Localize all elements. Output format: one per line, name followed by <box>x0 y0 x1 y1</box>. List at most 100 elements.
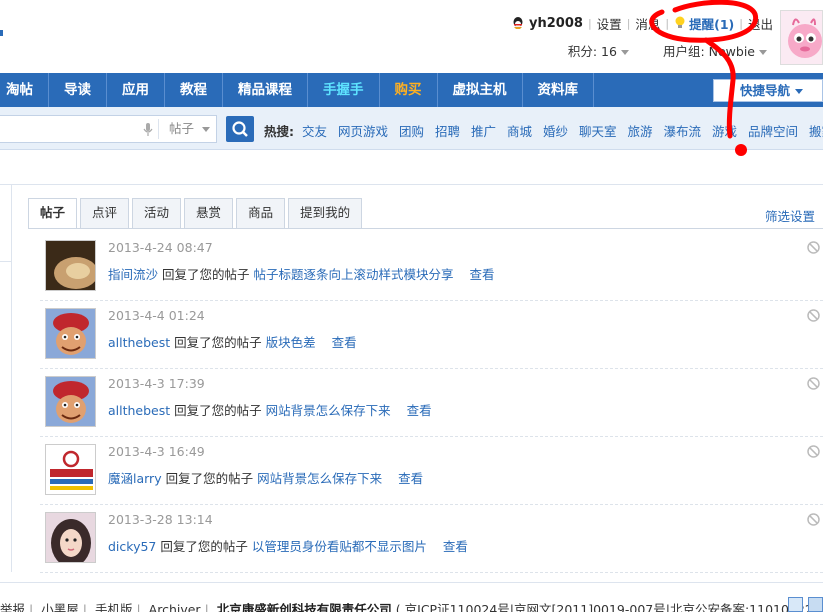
security-badge-icon[interactable] <box>788 597 803 612</box>
hot-search: 热搜: 交友 网页游戏 团购 招聘 推广 商城 婚纱 聊天室 旅游 瀑布流 游戏… <box>264 121 823 140</box>
search-bar: 帖子 热搜: 交友 网页游戏 团购 招聘 推广 商城 婚纱 聊天室 旅游 瀑布流… <box>0 107 823 150</box>
avatar[interactable] <box>45 376 96 427</box>
separator: | <box>665 16 670 30</box>
ignore-icon[interactable] <box>807 513 820 526</box>
logout-link[interactable]: 退出 <box>748 14 773 33</box>
notice-item: 2013-4-3 17:39 allthebest 回复了您的帖子 网站背景怎么… <box>40 369 823 437</box>
hot-link[interactable]: 搬家 <box>809 124 823 139</box>
footer-link-mobile[interactable]: 手机版 <box>95 602 133 612</box>
username-link[interactable]: yh2008 <box>529 16 583 31</box>
notice-user-link[interactable]: 指间流沙 <box>108 267 158 282</box>
messages-link[interactable]: 消息 <box>635 14 660 33</box>
nav-item-apps[interactable]: 应用 <box>107 73 165 107</box>
view-link[interactable]: 查看 <box>407 403 432 418</box>
quick-nav-button[interactable]: 快捷导航 <box>713 79 823 102</box>
search-icon <box>232 121 248 137</box>
separator: | <box>739 16 743 30</box>
notice-thread-link[interactable]: 网站背景怎么保存下来 <box>257 471 382 486</box>
tab-goods[interactable]: 商品 <box>236 198 286 228</box>
notice-action: 回复了您的帖子 <box>162 267 250 282</box>
nav-item-library[interactable]: 资料库 <box>523 73 594 107</box>
hot-link[interactable]: 品牌空间 <box>748 124 798 139</box>
search-type-select[interactable]: 帖子 <box>158 119 215 139</box>
nav-item-handshake[interactable]: 手握手 <box>308 73 380 107</box>
tab-comments[interactable]: 点评 <box>80 198 130 228</box>
notice-thread-link[interactable]: 以管理员身份看贴都不显示图片 <box>252 539 427 554</box>
notice-thread-link[interactable]: 帖子标题逐条向上滚动样式模块分享 <box>254 267 454 282</box>
view-link[interactable]: 查看 <box>332 335 357 350</box>
hot-link[interactable]: 交友 <box>302 124 327 139</box>
sepia-photo-avatar-image <box>46 241 95 290</box>
footer-link-blackroom[interactable]: 小黑屋 <box>41 602 79 612</box>
nav-item-taotie[interactable]: 淘帖 <box>0 73 49 107</box>
chevron-down-icon <box>620 50 629 55</box>
content-divider <box>0 184 823 185</box>
tab-activities[interactable]: 活动 <box>132 198 182 228</box>
search-input[interactable]: 帖子 <box>0 115 217 143</box>
notice-link[interactable]: 提醒(1) <box>689 14 734 33</box>
ignore-icon[interactable] <box>807 309 820 322</box>
avatar[interactable] <box>45 444 96 495</box>
notice-user-link[interactable]: allthebest <box>108 335 170 350</box>
footer-link-report[interactable]: 举报 <box>0 602 25 612</box>
hot-link[interactable]: 招聘 <box>435 124 460 139</box>
hot-link[interactable]: 推广 <box>471 124 496 139</box>
mic-icon[interactable] <box>143 123 153 137</box>
notice-action: 回复了您的帖子 <box>174 403 262 418</box>
notice-thread-link[interactable]: 版块色差 <box>266 335 316 350</box>
hot-link[interactable]: 婚纱 <box>543 124 568 139</box>
hot-link[interactable]: 聊天室 <box>579 124 617 139</box>
ignore-icon[interactable] <box>807 241 820 254</box>
settings-link[interactable]: 设置 <box>597 14 622 33</box>
usergroup-menu[interactable]: 用户组: Newbie <box>663 41 767 60</box>
notice-user-link[interactable]: 魔涵larry <box>108 471 162 486</box>
notice-text: allthebest 回复了您的帖子 版块色差 查看 <box>108 332 357 351</box>
view-link[interactable]: 查看 <box>443 539 468 554</box>
avatar[interactable] <box>45 308 96 359</box>
ignore-icon[interactable] <box>807 377 820 390</box>
notice-item: 2013-4-4 01:24 allthebest 回复了您的帖子 版块色差 查… <box>40 301 823 369</box>
tab-mentions[interactable]: 提到我的 <box>288 198 363 228</box>
view-link[interactable]: 查看 <box>470 267 495 282</box>
filter-settings-link[interactable]: 筛选设置 <box>765 206 815 225</box>
notice-text: dicky57 回复了您的帖子 以管理员身份看贴都不显示图片 查看 <box>108 536 468 555</box>
notice-user-link[interactable]: dicky57 <box>108 539 156 554</box>
tab-posts[interactable]: 帖子 <box>28 198 78 229</box>
chevron-down-icon <box>795 89 804 94</box>
avatar[interactable] <box>45 512 96 563</box>
points-menu[interactable]: 积分: 16 <box>568 41 629 60</box>
nav-item-guide[interactable]: 导读 <box>49 73 107 107</box>
nav-item-courses[interactable]: 精品课程 <box>223 73 308 107</box>
notice-user-link[interactable]: allthebest <box>108 403 170 418</box>
hot-link[interactable]: 团购 <box>399 124 424 139</box>
site-logo[interactable] <box>0 30 3 36</box>
quick-nav-label: 快捷导航 <box>740 83 791 98</box>
separator: | <box>626 16 631 30</box>
user-menu: yh2008 | 设置 | 消息 | 提醒(1) | 退出 <box>511 14 773 32</box>
hot-link[interactable]: 瀑布流 <box>663 124 701 139</box>
hot-link[interactable]: 游戏 <box>712 124 737 139</box>
notice-action: 回复了您的帖子 <box>174 335 262 350</box>
sidebar-edge <box>0 184 12 262</box>
separator: | <box>29 602 34 612</box>
nav-item-buy[interactable]: 购买 <box>380 73 438 107</box>
user-avatar[interactable] <box>780 10 823 65</box>
view-link[interactable]: 查看 <box>398 471 423 486</box>
ignore-icon[interactable] <box>807 445 820 458</box>
search-button[interactable] <box>226 116 254 142</box>
hot-link[interactable]: 网页游戏 <box>338 124 388 139</box>
nav-item-tutorials[interactable]: 教程 <box>165 73 223 107</box>
nav-item-hosting[interactable]: 虚拟主机 <box>438 73 523 107</box>
notice-time: 2013-4-4 01:24 <box>108 308 205 323</box>
shield-badge-icon[interactable] <box>808 597 823 612</box>
icp-info[interactable]: ( 京ICP证110024号|京网文[2011]0019-007号|北京公安备案… <box>396 602 823 612</box>
hot-link[interactable]: 旅游 <box>627 124 652 139</box>
tab-rewards[interactable]: 悬赏 <box>184 198 234 228</box>
footer-link-archiver[interactable]: Archiver <box>149 602 201 612</box>
notice-thread-link[interactable]: 网站背景怎么保存下来 <box>266 403 391 418</box>
avatar[interactable] <box>45 240 96 291</box>
company-name[interactable]: 北京康盛新创科技有限责任公司 <box>217 602 392 612</box>
notice-tabs: 帖子 点评 活动 悬赏 商品 提到我的 <box>28 198 365 229</box>
chevron-down-icon <box>202 127 211 132</box>
hot-link[interactable]: 商城 <box>507 124 532 139</box>
